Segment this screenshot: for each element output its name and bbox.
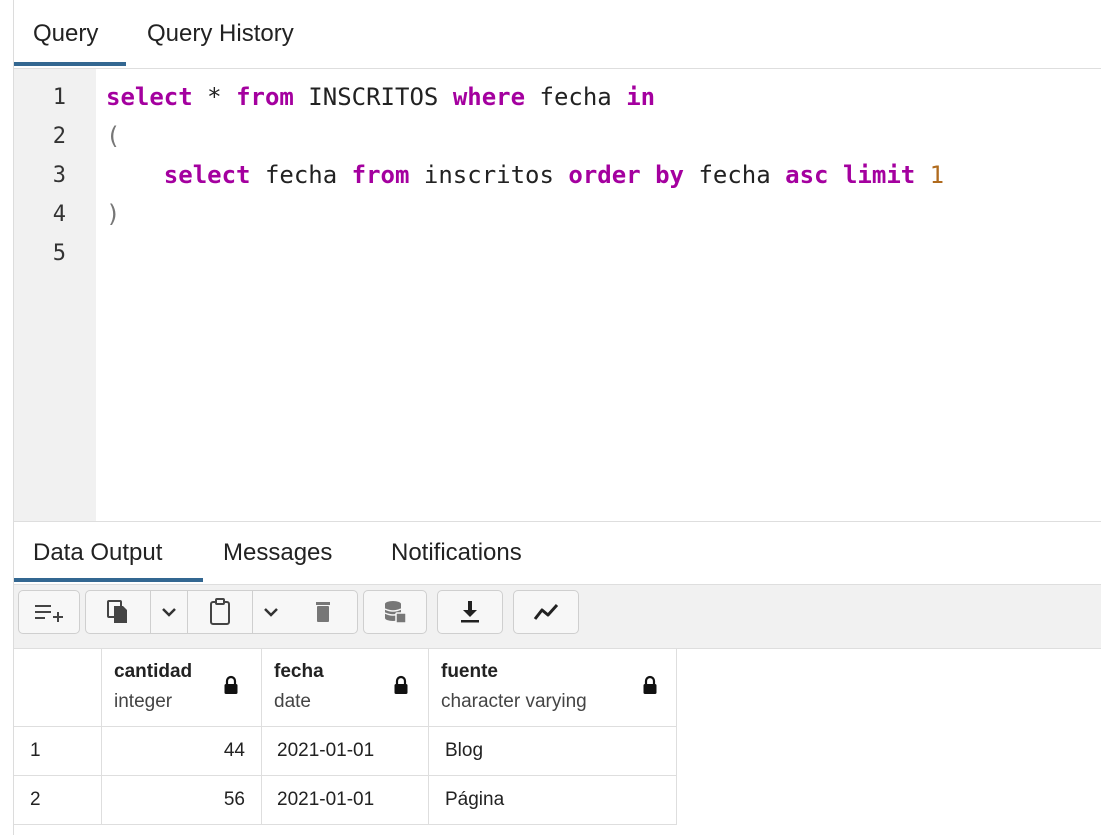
line-number: 4	[52, 202, 66, 227]
paste-icon	[210, 598, 230, 625]
table-cell-cantidad[interactable]: 44	[102, 727, 262, 776]
code-line[interactable]: )	[106, 200, 120, 228]
sql-keyword: select	[163, 161, 251, 189]
tab-messages[interactable]: Messages	[223, 539, 332, 567]
column-type: date	[274, 691, 311, 712]
code-line[interactable]: select fecha from inscritos order by fec…	[106, 161, 944, 189]
tab-query[interactable]: Query	[33, 20, 98, 48]
sql-text: )	[106, 200, 121, 228]
download-icon	[461, 601, 479, 623]
sql-number: 1	[929, 161, 945, 189]
code-line[interactable]: select * from INSCRITOS where fecha in	[106, 83, 655, 111]
sql-keyword: asc	[785, 161, 829, 189]
column-header-fecha[interactable]: fecha date	[262, 649, 429, 727]
sql-text: fecha	[684, 161, 786, 189]
save-data-icon	[384, 601, 407, 624]
column-header-cantidad[interactable]: cantidad integer	[102, 649, 262, 727]
column-type: character varying	[441, 691, 587, 712]
table-cell-fuente[interactable]: Página	[429, 776, 677, 825]
row-number-cell[interactable]: 1	[14, 727, 102, 776]
sql-text: (	[106, 122, 121, 150]
tab-query-history[interactable]: Query History	[147, 20, 294, 48]
line-number-gutter: 1 2 3 4 5	[14, 69, 96, 521]
sql-keyword: order by	[568, 161, 684, 189]
sql-text: inscritos	[409, 161, 569, 189]
lock-icon	[643, 675, 657, 694]
sql-text: fecha	[525, 83, 627, 111]
copy-paste-delete-group	[85, 590, 358, 634]
table-cell-fuente[interactable]: Blog	[429, 727, 677, 776]
column-header-fuente[interactable]: fuente character varying	[429, 649, 677, 727]
lock-icon	[224, 675, 238, 694]
delete-icon	[316, 602, 330, 622]
left-margin	[0, 0, 14, 835]
row-number-header	[14, 649, 102, 727]
copy-button[interactable]	[86, 591, 150, 633]
table-cell-fecha[interactable]: 2021-01-01	[262, 727, 429, 776]
sql-text: *	[192, 83, 237, 111]
column-name: fecha	[274, 661, 324, 682]
chevron-down-icon	[264, 608, 278, 617]
query-tabbar: Query Query History	[14, 0, 1101, 69]
paste-options-dropdown[interactable]	[253, 591, 289, 633]
table-cell-cantidad[interactable]: 56	[102, 776, 262, 825]
line-number: 2	[52, 124, 66, 149]
delete-button[interactable]	[289, 591, 357, 633]
chevron-down-icon	[162, 608, 176, 617]
sql-editor[interactable]: 1 2 3 4 5 select * from INSCRITOS where …	[14, 69, 1101, 522]
sql-keyword: limit	[842, 161, 916, 189]
sql-keyword: from	[351, 161, 410, 189]
sql-keyword: in	[626, 83, 656, 111]
lock-icon	[394, 675, 408, 694]
sql-text: INSCRITOS	[293, 83, 453, 111]
line-number: 1	[52, 85, 66, 110]
tab-query-active-indicator	[14, 62, 126, 66]
code-line[interactable]: (	[106, 122, 120, 150]
sql-text: fecha	[250, 161, 352, 189]
tab-data-output-active-indicator	[14, 578, 203, 582]
add-row-icon	[35, 605, 63, 622]
line-number: 5	[52, 241, 66, 266]
column-type: integer	[114, 691, 173, 712]
copy-icon	[107, 600, 127, 623]
column-name: fuente	[441, 661, 498, 682]
data-toolbar	[14, 585, 1101, 649]
add-row-button[interactable]	[18, 590, 80, 634]
sql-keyword: select	[106, 83, 193, 111]
table-cell-fecha[interactable]: 2021-01-01	[262, 776, 429, 825]
sql-keyword: from	[236, 83, 294, 111]
graph-icon	[533, 603, 559, 620]
tab-data-output[interactable]: Data Output	[33, 539, 162, 567]
row-number-cell[interactable]: 2	[14, 776, 102, 825]
download-button[interactable]	[437, 590, 503, 634]
copy-options-dropdown[interactable]	[151, 591, 187, 633]
paste-button[interactable]	[188, 591, 252, 633]
column-name: cantidad	[114, 661, 193, 682]
line-number: 3	[52, 163, 66, 188]
output-tabbar: Data Output Messages Notifications	[14, 522, 1101, 585]
save-data-button[interactable]	[363, 590, 427, 634]
sql-keyword: where	[452, 83, 526, 111]
graph-visualiser-button[interactable]	[513, 590, 579, 634]
tab-notifications[interactable]: Notifications	[391, 539, 522, 567]
